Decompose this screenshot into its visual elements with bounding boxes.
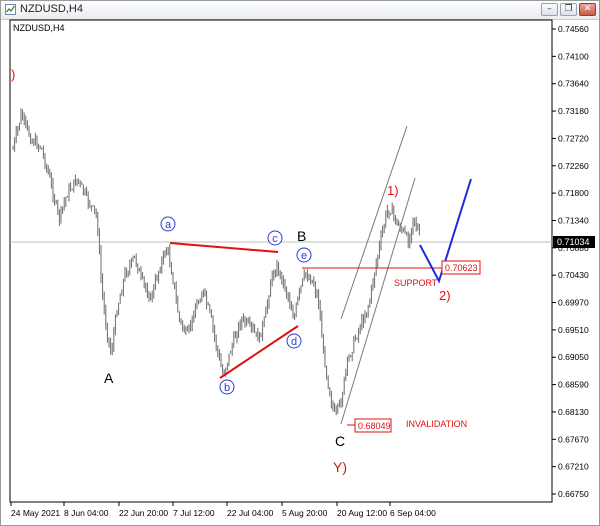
svg-text:0.70623: 0.70623: [445, 263, 478, 273]
support-label: SUPPORT: [394, 278, 438, 288]
chart-window-icon: [5, 4, 16, 15]
svg-text:d: d: [291, 336, 297, 348]
time-axis-label: 7 Jul 12:00: [173, 508, 215, 518]
price-axis-label: 0.72720: [558, 133, 589, 143]
price-axis-label: 0.71800: [558, 188, 589, 198]
time-axis-label: 5 Aug 20:00: [282, 508, 328, 518]
price-axis-label: 0.67210: [558, 462, 589, 472]
price-axis-label: 0.71340: [558, 215, 589, 225]
title-bar[interactable]: NZDUSD,H4 – ❐ ✕: [1, 1, 599, 20]
wave-label-top-left: ): [11, 67, 15, 82]
current-price-tag: 0.71034: [553, 236, 595, 248]
price-axis-label: 0.68130: [558, 407, 589, 417]
price-axis-label: 0.70430: [558, 270, 589, 280]
symbol-label: NZDUSD,H4: [13, 23, 65, 33]
price-axis-label: 0.68590: [558, 380, 589, 390]
sub-wave-e: e: [296, 247, 312, 263]
chart-window: NZDUSD,H4 – ❐ ✕ 0.74560 0.74100 0.73640 0.7…: [0, 0, 600, 526]
svg-text:e: e: [301, 250, 307, 262]
close-button[interactable]: ✕: [579, 3, 596, 16]
price-axis: 0.74560 0.74100 0.73640 0.73180 0.72720 0.722…: [552, 24, 589, 499]
sub-wave-d: d: [286, 333, 302, 349]
svg-text:b: b: [224, 382, 230, 394]
support-price-tag: 0.70623: [441, 260, 481, 275]
sub-wave-c: c: [267, 230, 283, 246]
invalidation-price-tag: 0.68049: [354, 418, 392, 433]
minimize-button[interactable]: –: [541, 3, 558, 16]
time-axis-label: 6 Sep 04:00: [390, 508, 436, 518]
restore-button[interactable]: ❐: [560, 3, 577, 16]
window-title: NZDUSD,H4: [20, 3, 83, 15]
time-axis: 24 May 2021 8 Jun 04:00 22 Jun 20:00 7 Jul …: [10, 502, 436, 518]
wave-label-y: Y): [333, 459, 347, 475]
price-axis-label: 0.73180: [558, 106, 589, 116]
wave-label-c: C: [335, 433, 345, 449]
time-axis-label: 22 Jul 04:00: [227, 508, 274, 518]
wave-label-1: 1): [387, 183, 399, 198]
sub-wave-a: a: [160, 216, 176, 232]
sub-wave-b: b: [219, 379, 235, 395]
time-axis-label: 8 Jun 04:00: [64, 508, 109, 518]
price-axis-label: 0.74100: [558, 51, 589, 61]
svg-text:0.71034: 0.71034: [557, 237, 590, 247]
time-axis-label: 20 Aug 12:00: [337, 508, 387, 518]
wave-label-b: B: [297, 228, 306, 244]
wave-label-a: A: [104, 370, 114, 386]
price-axis-label: 0.73640: [558, 79, 589, 89]
wave-label-2: 2): [439, 288, 451, 303]
invalidation-label: INVALIDATION: [406, 419, 467, 429]
price-axis-label: 0.74560: [558, 24, 589, 34]
time-axis-label: 24 May 2021: [11, 508, 60, 518]
time-axis-label: 22 Jun 20:00: [119, 508, 168, 518]
price-axis-label: 0.67670: [558, 434, 589, 444]
price-chart[interactable]: 0.74560 0.74100 0.73640 0.73180 0.72720 0.722…: [1, 19, 599, 525]
svg-text:0.68049: 0.68049: [358, 421, 391, 431]
svg-text:c: c: [272, 233, 278, 245]
price-axis-label: 0.69970: [558, 298, 589, 308]
price-axis-label: 0.66750: [558, 489, 589, 499]
svg-text:a: a: [165, 219, 172, 231]
price-axis-label: 0.72260: [558, 161, 589, 171]
price-axis-label: 0.69050: [558, 352, 589, 362]
price-axis-label: 0.69510: [558, 325, 589, 335]
